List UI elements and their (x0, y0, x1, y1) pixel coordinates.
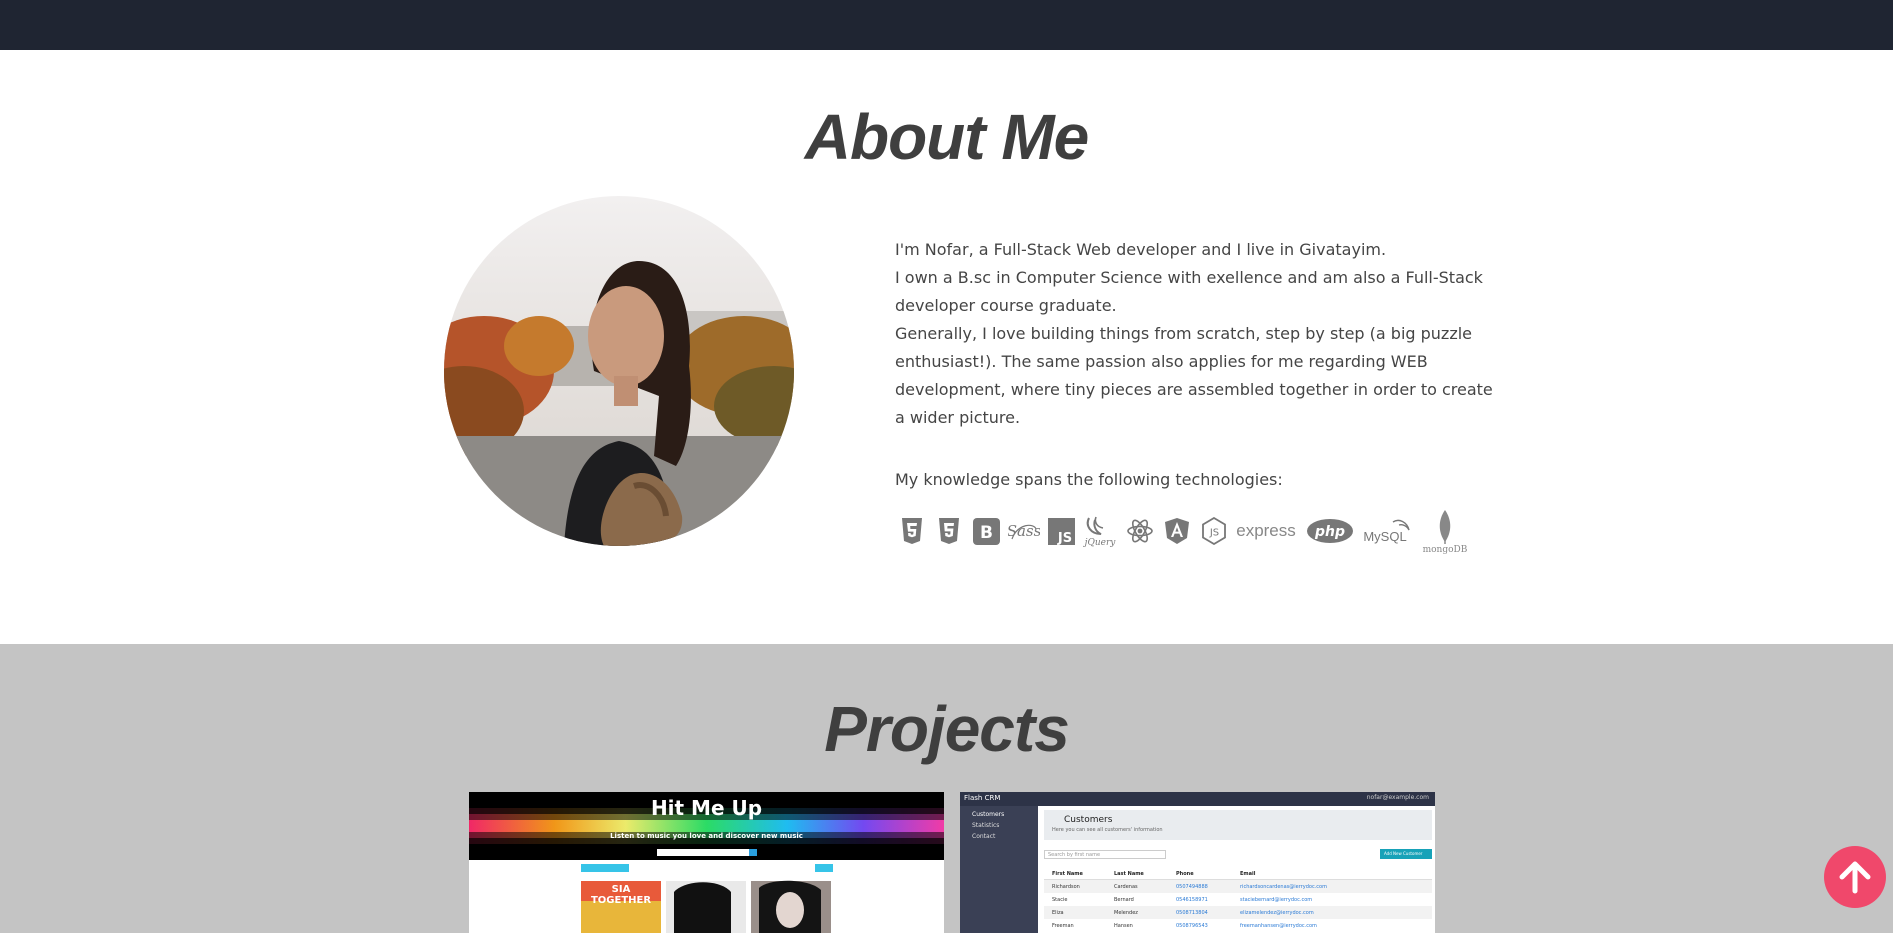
technology-icons: B Sass JS jQuery JS express php MySQL mo… (895, 506, 1475, 556)
crm-search-placeholder: Search by first name (1048, 852, 1101, 858)
svg-text:php: php (1314, 524, 1345, 540)
crm-table-row: Freeman Hansen 0508796543 freemanhansen@… (1044, 919, 1432, 932)
project-tagline: Listen to music you love and discover ne… (610, 832, 803, 840)
arrow-up-icon (1839, 861, 1871, 894)
jquery-icon: jQuery (1083, 506, 1117, 556)
crm-cell: Bernard (1114, 897, 1134, 903)
project-heading: Hit Me Up (650, 796, 763, 820)
bootstrap-icon: B (972, 506, 1000, 556)
crm-cell: freemanhansen@ierrydoc.com (1240, 923, 1317, 929)
crm-table: First Name Last Name Phone Email Richard… (1044, 868, 1432, 932)
project-card-hit-me-up[interactable]: Hit Me Up Listen to music you love and d… (469, 792, 944, 933)
bio-line: I'm Nofar, a Full-Stack Web developer an… (895, 240, 1387, 259)
crm-cell: richardsoncardenas@ierrydoc.com (1240, 884, 1327, 890)
php-icon: php (1306, 506, 1354, 556)
knowledge-text: My knowledge spans the following technol… (895, 470, 1283, 489)
crm-column-header: Email (1240, 871, 1256, 877)
angular-icon (1163, 506, 1191, 556)
crm-page-title: Customers (1064, 815, 1113, 825)
crm-cell: Eliza (1052, 910, 1064, 916)
crm-column-header: First Name (1052, 871, 1083, 877)
express-icon: express (1235, 506, 1297, 556)
mysql-icon: MySQL (1363, 506, 1413, 556)
projects-title: Projects (824, 693, 1070, 765)
crm-add-button-label: Add New Customer (1384, 851, 1423, 856)
project-card-crm[interactable]: Flash CRM nofar@example.com Customers St… (960, 792, 1435, 933)
crm-sidebar: Customers Statistics Contact (960, 806, 1038, 933)
crm-cell: Hansen (1114, 923, 1133, 929)
svg-text:mongoDB: mongoDB (1423, 545, 1468, 554)
svg-text:jQuery: jQuery (1083, 538, 1116, 548)
crm-cell: 0507494888 (1176, 884, 1208, 890)
crm-cell: elizamelendez@ierrydoc.com (1240, 910, 1314, 916)
crm-page-subtitle: Here you can see all customers' informat… (1052, 827, 1163, 833)
crm-sidebar-item: Statistics (972, 822, 1000, 829)
javascript-icon: JS (1047, 506, 1075, 556)
svg-text:B: B (980, 523, 993, 543)
crm-cell: Stacie (1052, 897, 1068, 903)
bio-line: I own a B.sc in Computer Science with ex… (895, 268, 1483, 315)
css3-icon (936, 506, 962, 556)
html5-icon (899, 506, 925, 556)
crm-table-header: First Name Last Name Phone Email (1044, 868, 1432, 880)
crm-cell: Freeman (1052, 923, 1074, 929)
scroll-to-top-button[interactable] (1824, 846, 1886, 908)
react-icon (1125, 506, 1155, 556)
about-title: About Me (804, 101, 1090, 173)
crm-cell: 0508796543 (1176, 923, 1208, 929)
crm-cell: staciebernard@ierrydoc.com (1240, 897, 1313, 903)
svg-text:MySQL: MySQL (1363, 529, 1406, 544)
crm-user: nofar@example.com (1366, 794, 1429, 801)
crm-cell: Richardson (1052, 884, 1080, 890)
mongodb-icon: mongoDB (1421, 506, 1469, 556)
crm-cell: 0546158971 (1176, 897, 1208, 903)
crm-sidebar-item: Contact (972, 833, 996, 840)
crm-table-row: Eliza Melendez 0508713804 elizamelendez@… (1044, 906, 1432, 919)
svg-text:JS: JS (1209, 528, 1219, 539)
album-cover-text: SIA TOGETHER (590, 884, 652, 906)
nodejs-icon: JS (1200, 506, 1228, 556)
svg-text:express: express (1236, 521, 1296, 540)
crm-cell: Cardenas (1114, 884, 1138, 890)
crm-search-input: Search by first name (1044, 850, 1166, 859)
crm-column-header: Last Name (1114, 871, 1144, 877)
crm-cell: Melendez (1114, 910, 1138, 916)
projects-section: Projects Hit Me Up Listen to music you l… (0, 644, 1893, 933)
crm-cell: 0508713804 (1176, 910, 1208, 916)
crm-header: Customers Here you can see all customers… (1044, 810, 1432, 840)
profile-photo (444, 196, 794, 546)
crm-brand: Flash CRM (964, 794, 1001, 802)
crm-add-button: Add New Customer (1380, 849, 1432, 859)
crm-table-row: Richardson Cardenas 0507494888 richardso… (1044, 880, 1432, 893)
sass-icon: Sass (1008, 506, 1040, 556)
svg-text:JS: JS (1056, 531, 1071, 545)
crm-topbar: Flash CRM nofar@example.com (960, 792, 1435, 806)
crm-column-header: Phone (1176, 871, 1194, 877)
about-section: About Me I'm Nofar, a Full-Stack Web dev… (0, 50, 1893, 644)
top-navbar (0, 0, 1893, 50)
crm-table-row: Stacie Bernard 0546158971 staciebernard@… (1044, 893, 1432, 906)
bio-text: I'm Nofar, a Full-Stack Web developer an… (895, 236, 1495, 432)
crm-sidebar-item: Customers (972, 811, 1005, 818)
bio-line: Generally, I love building things from s… (895, 324, 1493, 427)
